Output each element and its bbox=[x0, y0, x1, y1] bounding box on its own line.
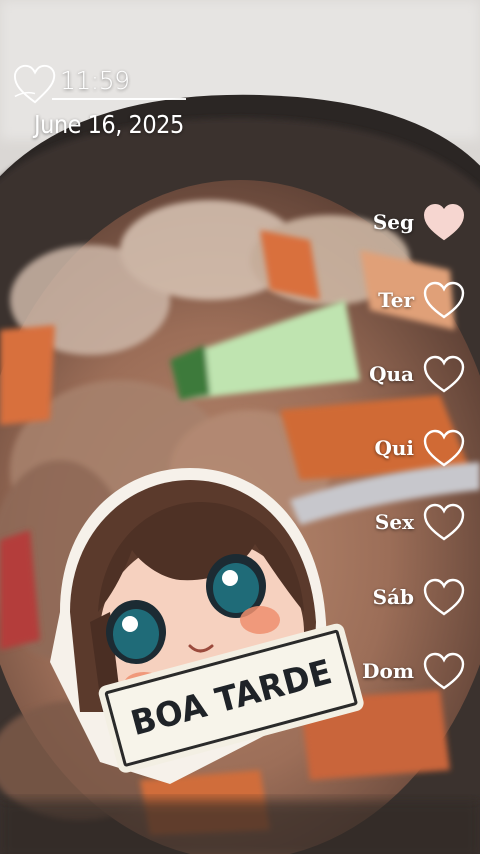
heart-outline-icon bbox=[423, 355, 465, 393]
weekday-label: Sex bbox=[374, 510, 414, 534]
weekday-label: Ter bbox=[378, 288, 414, 312]
weekday-item-qui[interactable]: Qui bbox=[356, 422, 466, 474]
weekday-item-seg[interactable]: Seg bbox=[356, 196, 466, 248]
weekday-item-qua[interactable]: Qua bbox=[356, 348, 466, 400]
clock-date: June 16, 2025 bbox=[34, 110, 184, 139]
weekday-label: Qui bbox=[374, 436, 414, 460]
weekday-item-dom[interactable]: Dom bbox=[356, 645, 466, 697]
clock-widget: 11:59 June 16, 2025 bbox=[10, 60, 190, 145]
weekday-label: Sáb bbox=[372, 585, 414, 609]
weekday-label: Dom bbox=[362, 659, 414, 683]
heart-outline-icon bbox=[423, 503, 465, 541]
weekday-item-ter[interactable]: Ter bbox=[356, 274, 466, 326]
weekday-label: Seg bbox=[372, 210, 414, 234]
heart-outline-icon bbox=[423, 652, 465, 690]
divider-line bbox=[52, 98, 186, 100]
weekday-item-sex[interactable]: Sex bbox=[356, 496, 466, 548]
heart-outline-icon bbox=[423, 578, 465, 616]
greeting-text: BOA TARDE bbox=[126, 652, 336, 745]
clock-time: 11:59 bbox=[60, 66, 130, 95]
heart-filled-icon bbox=[423, 203, 465, 241]
heart-outline-icon bbox=[423, 429, 465, 467]
heart-outline-icon bbox=[423, 281, 465, 319]
weekday-label: Qua bbox=[369, 362, 414, 386]
weekday-item-sab[interactable]: Sáb bbox=[356, 571, 466, 623]
